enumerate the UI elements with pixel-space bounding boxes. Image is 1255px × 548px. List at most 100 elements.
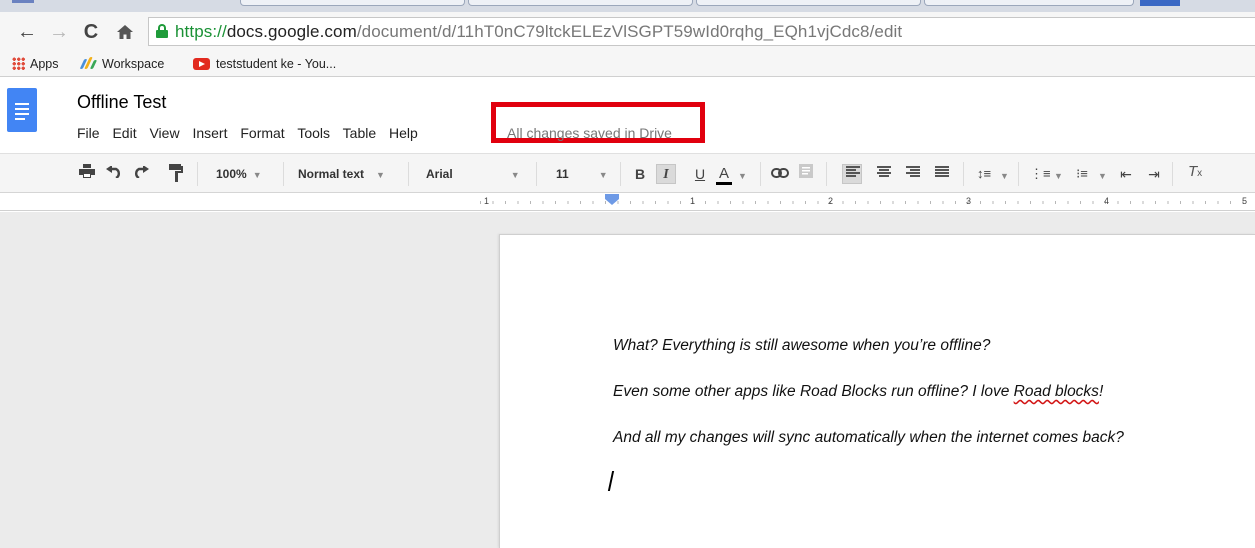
text-color-swatch [716,182,732,185]
font-size-select[interactable]: 11 ▼ [556,163,608,185]
screen: ← → C https://docs.google.com/document/d… [0,0,1255,548]
arrow-right-icon[interactable]: → [48,20,70,44]
paragraph-text: ! [1098,383,1104,400]
text-cursor [607,471,615,491]
style-select[interactable]: Normal text ▼ [298,163,385,185]
document-page[interactable]: What? Everything is still awesome when y… [499,234,1255,548]
docs-header: Offline Test File Edit View Insert Forma… [0,78,1255,152]
menu-file[interactable]: File [77,125,100,141]
workspace-icon [79,57,98,70]
bookmark-youtube[interactable]: teststudent ke - You... [193,56,336,73]
address-bar[interactable]: https://docs.google.com/document/d/11hT0… [148,17,1255,46]
youtube-icon [193,58,210,70]
toolbar-divider [963,162,964,186]
bulleted-list-dropdown[interactable]: ▼ [1098,164,1107,186]
formatting-toolbar: 100% ▼ Normal text ▼ Arial ▼ 11 ▼ B I U A ▼ … [0,153,1255,193]
numbered-list-dropdown[interactable]: ▼ [1054,164,1063,186]
menu-insert[interactable]: Insert [192,125,227,141]
ruler-number: 1 [690,196,696,206]
redo-icon[interactable] [131,164,151,184]
body-paragraph-2[interactable]: Even some other apps like Road Blocks ru… [613,383,1103,401]
chevron-down-icon: ▼ [738,171,747,181]
paragraph-text: Even some other apps like Road Blocks ru… [613,383,1014,400]
browser-tab[interactable] [468,0,693,6]
menu-view[interactable]: View [149,125,179,141]
browser-tab[interactable] [240,0,465,6]
menu-tools[interactable]: Tools [297,125,330,141]
window-menu-mark [12,0,34,3]
comment-icon[interactable] [796,164,816,184]
toolbar-divider [1018,162,1019,186]
align-right-icon[interactable] [906,166,920,178]
style-value: Normal text [298,167,365,181]
browser-tab[interactable] [924,0,1134,6]
toolbar-divider [620,162,621,186]
bulleted-list-icon[interactable]: ⁝≡ [1072,164,1092,184]
bookmark-label: Workspace [102,57,165,71]
browser-tab[interactable] [696,0,921,6]
docs-home-icon[interactable] [7,88,37,132]
body-paragraph-3[interactable]: And all my changes will sync automatical… [613,429,1124,447]
bookmark-apps[interactable]: Apps [12,56,59,73]
bookmark-workspace[interactable]: Workspace [79,56,165,73]
save-status[interactable]: All changes saved in Drive [507,125,672,141]
numbered-list-icon[interactable]: ⋮≡ [1030,164,1051,184]
align-left-icon [846,166,860,178]
line-spacing-dropdown[interactable]: ▼ [1000,164,1009,186]
chevron-down-icon: ▼ [510,170,520,180]
text-color-button[interactable]: A [714,164,734,184]
zoom-value: 100% [216,167,247,181]
document-title[interactable]: Offline Test [77,92,166,113]
window-button[interactable] [1140,0,1180,6]
indent-marker[interactable] [605,194,619,205]
bookmark-label: Apps [30,57,59,71]
bold-button[interactable]: B [630,164,650,184]
underline-button[interactable]: U [690,164,710,184]
font-select[interactable]: Arial ▼ [426,163,520,185]
document-canvas: What? Everything is still awesome when y… [0,212,1255,548]
arrow-left-icon[interactable]: ← [16,20,38,44]
menu-edit[interactable]: Edit [112,125,136,141]
font-value: Arial [426,167,453,181]
menu-help[interactable]: Help [389,125,418,141]
align-center-icon[interactable] [877,166,891,178]
toolbar-divider [826,162,827,186]
zoom-select[interactable]: 100% ▼ [216,163,262,185]
ruler-number: 5 [1242,196,1248,206]
menu-bar: File Edit View Insert Format Tools Table… [77,125,427,141]
ruler-number: 4 [1104,196,1110,206]
ruler-number: 2 [828,196,834,206]
increase-indent-icon[interactable]: ⇥ [1144,164,1164,184]
italic-button[interactable]: I [656,164,676,184]
body-paragraph-1[interactable]: What? Everything is still awesome when y… [613,337,990,355]
chevron-down-icon: ▼ [252,170,262,180]
line-spacing-icon[interactable]: ↕≡ [974,164,994,184]
bookmark-label: teststudent ke - You... [216,57,337,71]
paint-format-icon[interactable] [166,164,186,184]
bookmarks-bar: Apps Workspace teststudent ke - You... [0,52,1255,77]
chevron-down-icon: ▼ [598,170,608,180]
toolbar-divider [283,162,284,186]
print-icon[interactable] [77,164,97,184]
undo-icon[interactable] [104,164,124,184]
chevron-down-icon: ▼ [1054,171,1063,181]
toolbar-divider [760,162,761,186]
home-icon[interactable] [114,20,136,44]
align-justify-icon[interactable] [935,166,949,178]
decrease-indent-icon[interactable]: ⇤ [1116,164,1136,184]
tab-strip [0,0,1255,12]
ruler-number: 3 [966,196,972,206]
text-color-dropdown[interactable]: ▼ [738,164,747,186]
misspelled-word[interactable]: Road blocks [1014,383,1099,400]
ruler-margin [0,193,480,210]
ruler-track [480,193,1255,210]
reload-icon[interactable]: C [80,20,102,44]
toolbar-divider [408,162,409,186]
menu-format[interactable]: Format [240,125,284,141]
clear-formatting-icon[interactable]: Tx [1188,163,1202,180]
menu-table[interactable]: Table [343,125,376,141]
lock-icon [156,24,168,38]
url-host: docs.google.com [226,22,357,41]
link-icon[interactable] [770,164,790,184]
toolbar-divider [536,162,537,186]
